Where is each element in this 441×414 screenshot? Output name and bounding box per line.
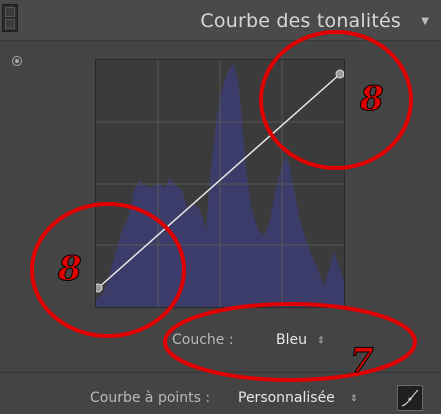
panel-title: Courbe des tonalités [200,10,401,32]
annotation-label-white-point: 8 [359,79,384,119]
annotation-label-channel: 7 [350,341,374,381]
point-curve-select[interactable]: Personnalisée [238,390,335,406]
channel-select-arrow-icon[interactable]: ⇕ [317,336,325,346]
annotation-label-black-point: 8 [57,249,82,289]
point-curve-label: Courbe à points : [90,390,211,406]
curve-glyph-icon [401,389,419,407]
target-adjustment-icon[interactable] [12,56,22,66]
channel-select[interactable]: Bleu [276,332,307,348]
tone-curve-svg [93,60,345,307]
point-curve-edit-icon[interactable] [397,385,423,411]
channel-label: Couche : [172,332,234,348]
curve-point-black[interactable] [93,283,103,293]
panel-header[interactable]: Courbe des tonalités ▼ [0,0,441,41]
collapse-arrow-icon[interactable]: ▼ [421,16,429,27]
tone-curve-graph[interactable] [93,59,345,308]
point-curve-select-arrow-icon[interactable]: ⇕ [350,394,358,404]
section-divider [0,372,441,373]
curve-point-white[interactable] [335,69,345,79]
panel-collapse-button[interactable] [2,4,18,32]
